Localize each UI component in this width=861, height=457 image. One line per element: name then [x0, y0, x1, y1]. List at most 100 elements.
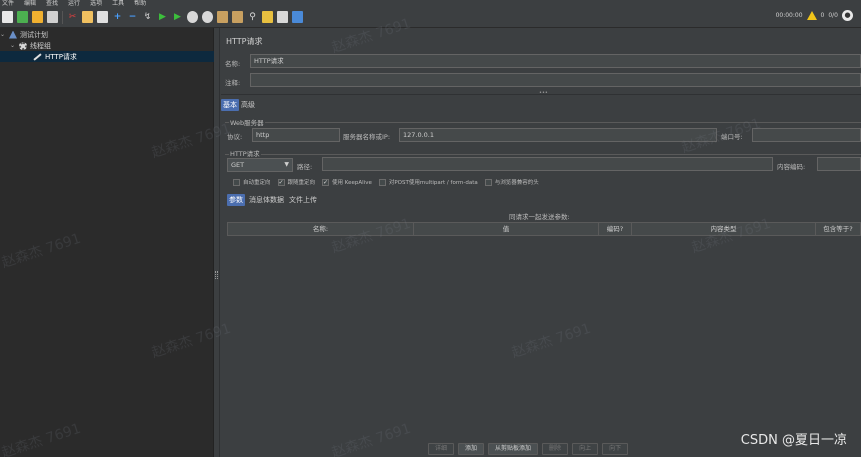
tab-advanced[interactable]: 高级: [239, 99, 257, 111]
encoding-field[interactable]: [817, 157, 861, 171]
start-icon[interactable]: ▶: [157, 11, 168, 23]
checkbox-label: 与浏览器兼容的头: [494, 180, 539, 186]
copy-icon[interactable]: [82, 11, 93, 23]
test-plan-tree: ⌄ 测试计划 ⌄ 线程组 HTTP请求: [0, 28, 214, 457]
collapse-icon[interactable]: −: [127, 11, 138, 23]
multipart-checkbox[interactable]: 对POST使用multipart / form-data: [378, 178, 478, 186]
start-no-pause-icon[interactable]: ▶: [172, 11, 183, 23]
column-header-content-type[interactable]: 内容类型: [632, 223, 816, 235]
tab-parameters[interactable]: 参数: [227, 194, 245, 206]
help-icon[interactable]: [292, 11, 303, 23]
function-helper-icon[interactable]: [277, 11, 288, 23]
checkbox-label: 使用 KeepAlive: [332, 180, 372, 186]
menu-options[interactable]: 选项: [90, 0, 102, 7]
delete-button[interactable]: 删除: [542, 443, 569, 455]
port-label: 端口号:: [721, 133, 743, 141]
comment-field[interactable]: [250, 73, 861, 87]
auto-redirect-checkbox[interactable]: 自动重定向: [233, 178, 271, 186]
server-field[interactable]: 127.0.0.1: [399, 128, 717, 142]
new-file-icon[interactable]: [2, 11, 13, 23]
panel-splitter[interactable]: [214, 28, 220, 457]
keepalive-checkbox[interactable]: ✓ 使用 KeepAlive: [322, 178, 372, 186]
menu-help[interactable]: 帮助: [134, 0, 146, 7]
elapsed-time: 00:00:00: [775, 12, 803, 19]
move-down-button[interactable]: 向下: [602, 443, 629, 455]
open-folder-icon[interactable]: [32, 11, 43, 23]
chevron-down-icon[interactable]: ▼: [284, 159, 289, 171]
move-up-button[interactable]: 向上: [572, 443, 599, 455]
column-header-name[interactable]: 名称:: [228, 223, 414, 235]
expand-arrow-icon[interactable]: ⌄: [0, 31, 6, 38]
menu-run[interactable]: 运行: [68, 0, 80, 7]
collapse-grip-icon[interactable]: •••: [539, 90, 548, 96]
tab-file-upload[interactable]: 文件上传: [287, 194, 319, 206]
add-from-clipboard-button[interactable]: 从剪贴板添加: [488, 443, 539, 455]
cut-icon[interactable]: ✂: [67, 11, 78, 23]
checkbox-box[interactable]: ✓: [277, 178, 285, 186]
test-plan-icon: [9, 30, 17, 39]
toolbar-status: 00:00:00 0 0/0 ●: [776, 10, 853, 21]
menu-edit[interactable]: 编辑: [24, 0, 36, 7]
path-field[interactable]: [322, 157, 773, 171]
method-select[interactable]: GET ▼: [227, 158, 293, 172]
menu-file[interactable]: 文件: [2, 0, 14, 7]
checkbox-label: 对POST使用multipart / form-data: [388, 180, 478, 186]
comment-label: 注释:: [225, 79, 241, 87]
toolbar-separator: [62, 10, 63, 24]
follow-redirect-checkbox[interactable]: ✓ 跟随重定向: [277, 178, 315, 186]
splitter-grip-icon[interactable]: [215, 271, 218, 279]
tree-item-label: 线程组: [30, 41, 51, 50]
tree-item-thread-group[interactable]: ⌄ 线程组: [10, 40, 51, 51]
params-table-header: 名称: 值 编码? 内容类型 包含等于?: [227, 222, 861, 236]
params-table-body[interactable]: [227, 236, 861, 436]
paste-icon[interactable]: [97, 11, 108, 23]
tab-body-data[interactable]: 消息体数据: [247, 194, 286, 206]
port-field[interactable]: [752, 128, 861, 142]
name-field[interactable]: HTTP请求: [250, 54, 861, 68]
name-label: 名称:: [225, 60, 241, 68]
tab-basic[interactable]: 基本: [221, 99, 239, 111]
clear-icon[interactable]: [217, 11, 228, 23]
detail-button[interactable]: 详细: [428, 443, 455, 455]
checkbox-box[interactable]: ✓: [322, 178, 330, 186]
params-caption: 同请求一起发送参数:: [509, 213, 570, 221]
web-server-legend: Web服务器: [229, 117, 265, 127]
protocol-field[interactable]: http: [252, 128, 340, 142]
expand-icon[interactable]: +: [112, 11, 123, 23]
column-header-value[interactable]: 值: [414, 223, 599, 235]
server-label: 服务器名称或IP:: [343, 133, 391, 141]
http-request-panel: HTTP请求 名称: HTTP请求 注释: ••• 基本 高级 Web服务器 协…: [221, 28, 861, 457]
clear-all-icon[interactable]: [232, 11, 243, 23]
warning-icon[interactable]: [806, 11, 817, 20]
menu-tools[interactable]: 工具: [112, 0, 124, 7]
tree-item-label: HTTP请求: [45, 52, 77, 61]
add-button[interactable]: 添加: [458, 443, 485, 455]
params-button-bar: 详细 添加 从剪贴板添加 删除 向上 向下: [428, 443, 629, 455]
checkbox-box[interactable]: [484, 178, 492, 186]
stop-icon[interactable]: [187, 11, 198, 23]
column-header-encode[interactable]: 编码?: [599, 223, 632, 235]
tree-item-http-request[interactable]: HTTP请求: [0, 51, 214, 62]
templates-icon[interactable]: [17, 11, 28, 23]
search-icon[interactable]: ⚲: [247, 11, 258, 23]
warning-count: 0: [820, 12, 825, 19]
column-header-include-equals[interactable]: 包含等于?: [816, 223, 860, 235]
browser-headers-checkbox[interactable]: 与浏览器兼容的头: [484, 178, 539, 186]
reset-search-icon[interactable]: [262, 11, 273, 23]
menu-search[interactable]: 查找: [46, 0, 58, 7]
checkbox-box[interactable]: [378, 178, 386, 186]
checkbox-box[interactable]: [233, 178, 240, 186]
tree-item-label: 测试计划: [20, 30, 48, 39]
http-request-legend: HTTP请求: [229, 148, 261, 158]
tree-item-test-plan[interactable]: ⌄ 测试计划: [0, 29, 48, 40]
gear-icon: [19, 41, 27, 50]
http-request-group: [225, 154, 861, 155]
pencil-icon: [33, 52, 42, 61]
shutdown-icon[interactable]: [202, 11, 213, 23]
save-icon[interactable]: [47, 11, 58, 23]
status-indicator-icon: ●: [842, 10, 853, 21]
toggle-icon[interactable]: ↯: [142, 11, 153, 23]
checkbox-label: 自动重定向: [243, 180, 271, 186]
web-server-group: [225, 122, 861, 123]
expand-arrow-icon[interactable]: ⌄: [10, 42, 16, 49]
